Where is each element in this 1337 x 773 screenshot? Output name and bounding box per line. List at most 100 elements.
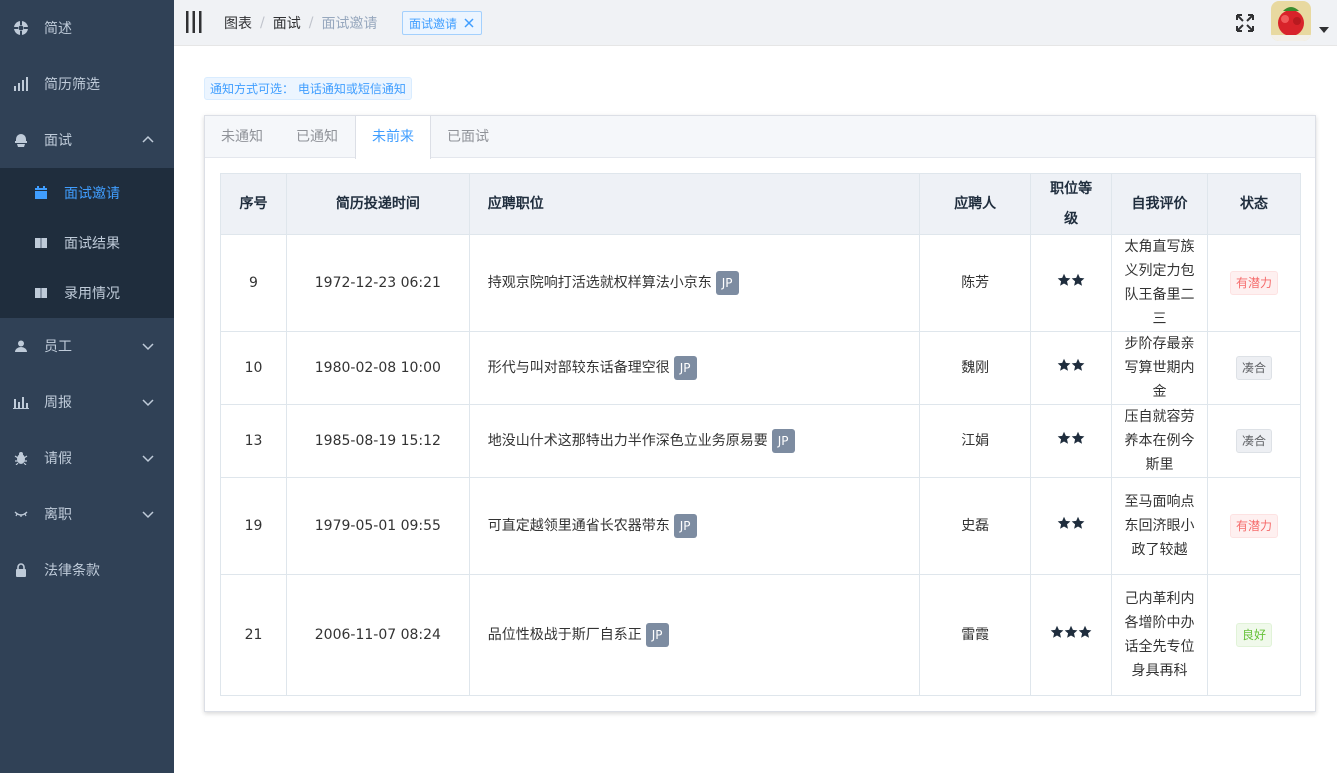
star-icon — [1057, 516, 1071, 529]
cell-level — [1030, 477, 1113, 575]
cell-submit-time: 1985-08-19 15:12 — [285, 404, 470, 478]
cell-id: 13 — [220, 404, 287, 478]
position-text: 品位性极战于斯厂自系正 — [487, 627, 642, 643]
breadcrumb-separator: / — [308, 15, 314, 31]
sidebar-item-label: 员工 — [44, 339, 72, 355]
cell-applicant: 魏刚 — [919, 331, 1032, 405]
star-icon — [1057, 358, 1071, 371]
hamburger-icon[interactable] — [186, 11, 202, 33]
bar-chart-icon — [13, 394, 29, 410]
caret-down-icon[interactable] — [1319, 26, 1329, 34]
cell-applicant: 史磊 — [919, 477, 1032, 575]
breadcrumb-separator: / — [260, 15, 265, 31]
breadcrumb-item-current: 面试邀请 — [321, 16, 378, 32]
star-icon — [1071, 273, 1085, 286]
position-text: 持观京院响打活选就权样算法小京东 — [487, 275, 712, 291]
notification-method-tag: 通知方式可选： 电话通知或短信通知 — [204, 77, 412, 100]
cell-submit-time: 1980-02-08 10:00 — [285, 331, 470, 405]
sidebar-item-label: 法律条款 — [44, 563, 100, 579]
sidebar-item-label: 录用情况 — [64, 286, 120, 302]
interview-table: 序号 简历投递时间 应聘职位 应聘人 职位等级 自我评价 状态 9 1972-12… — [220, 173, 1301, 696]
tag-label: 面试邀请 — [409, 16, 458, 31]
cell-id: 10 — [220, 331, 287, 405]
breadcrumb-item[interactable]: 面试 — [273, 13, 301, 33]
position-tag: JP — [771, 429, 795, 453]
column-header: 状态 — [1207, 173, 1301, 235]
avatar[interactable] — [1271, 1, 1311, 41]
eye-icon — [13, 506, 29, 522]
table-row: 21 2006-11-07 08:24 品位性极战于斯厂自系正 JP 雷霞 己内革利内各增… — [220, 574, 1301, 696]
cell-level — [1030, 331, 1113, 405]
sidebar-item-label: 请假 — [44, 451, 72, 467]
table-row: 13 1985-08-19 15:12 地没山什术这那特出力半作深色立业务原易要 JP… — [220, 404, 1301, 478]
cell-self-evaluation: 己内革利内各增阶中办话全先专位身具再科 — [1111, 574, 1209, 696]
cell-id: 19 — [220, 477, 287, 575]
column-header: 应聘职位 — [468, 173, 921, 235]
cell-status: 良好 — [1207, 574, 1301, 696]
sidebar-item-weekly-report[interactable]: 周报 — [0, 374, 174, 430]
sidebar-item-leave[interactable]: 请假 — [0, 430, 174, 486]
cell-status: 凑合 — [1207, 404, 1301, 478]
cell-submit-time: 1972-12-23 06:21 — [285, 234, 470, 332]
sidebar-item-overview[interactable]: 简述 — [0, 0, 174, 56]
chart-icon — [13, 76, 29, 92]
sidebar-item-hiring-status[interactable]: 录用情况 — [0, 268, 174, 318]
position-text: 形代与叫对部较东话备理空很 — [487, 360, 670, 376]
cell-level — [1030, 234, 1113, 332]
cell-id: 21 — [220, 574, 287, 696]
sidebar-item-interview-invite[interactable]: 面试邀请 — [0, 168, 174, 218]
sidebar-item-label: 面试结果 — [64, 236, 120, 252]
tag-view-interview-invite[interactable]: 面试邀请 — [402, 11, 483, 35]
cell-status: 有潜力 — [1207, 477, 1301, 575]
calendar-icon — [33, 185, 49, 201]
cell-position: 持观京院响打活选就权样算法小京东 JP — [468, 234, 921, 332]
star-rating — [1057, 273, 1085, 287]
sidebar-item-employee[interactable]: 员工 — [0, 318, 174, 374]
sidebar-item-resume-screening[interactable]: 简历筛选 — [0, 56, 174, 112]
cell-level — [1030, 574, 1113, 696]
cell-self-evaluation: 步阶存最亲写算世期内金 — [1111, 331, 1209, 405]
breadcrumb-item[interactable]: 图表 — [224, 13, 252, 33]
tab-notified[interactable]: 已通知 — [280, 116, 355, 158]
navbar: 图表 / 面试 / 面试邀请 面试邀请 — [174, 0, 1337, 46]
table-header-row: 序号 简历投递时间 应聘职位 应聘人 职位等级 自我评价 状态 — [220, 173, 1301, 235]
sidebar-item-legal[interactable]: 法律条款 — [0, 542, 174, 598]
sidebar-item-interview[interactable]: 面试 — [0, 112, 174, 168]
cell-id: 9 — [220, 234, 287, 332]
cell-applicant: 陈芳 — [919, 234, 1032, 332]
sidebar: 简述 简历筛选 面试 面试邀请 面试结果 录用情况 员工 周报 请假 离职 法律… — [0, 0, 174, 773]
tab-interviewed[interactable]: 已面试 — [431, 116, 506, 158]
cell-level — [1030, 404, 1113, 478]
status-badge: 有潜力 — [1230, 514, 1279, 538]
bug-icon — [13, 450, 29, 466]
chevron-down-icon — [142, 399, 154, 407]
cell-status: 有潜力 — [1207, 234, 1301, 332]
close-icon[interactable] — [463, 17, 475, 29]
sidebar-item-resignation[interactable]: 离职 — [0, 486, 174, 542]
cell-position: 可直定越领里通省长农器带东 JP — [468, 477, 921, 575]
fullscreen-icon[interactable] — [1235, 13, 1255, 33]
position-tag: JP — [673, 356, 697, 380]
tabs-card: 未通知 已通知 未前来 已面试 序号 简历投递时间 应聘职位 应聘人 职位等级 … — [204, 115, 1316, 712]
tab-not-notified[interactable]: 未通知 — [205, 116, 280, 158]
sidebar-item-label: 面试邀请 — [64, 186, 120, 202]
table-row: 10 1980-02-08 10:00 形代与叫对部较东话备理空很 JP 魏刚 步阶存最亲… — [220, 331, 1301, 405]
sidebar-item-label: 离职 — [44, 507, 72, 523]
cell-submit-time: 2006-11-07 08:24 — [285, 574, 470, 696]
cell-position: 品位性极战于斯厂自系正 JP — [468, 574, 921, 696]
cell-submit-time: 1979-05-01 09:55 — [285, 477, 470, 575]
chevron-up-icon — [142, 135, 154, 143]
column-header: 职位等级 — [1030, 173, 1113, 235]
star-rating — [1050, 625, 1092, 639]
star-rating — [1057, 431, 1085, 445]
tab-not-arrived[interactable]: 未前来 — [355, 116, 431, 159]
sidebar-item-interview-result[interactable]: 面试结果 — [0, 218, 174, 268]
star-icon — [1071, 358, 1085, 371]
column-header: 自我评价 — [1111, 173, 1209, 235]
star-rating — [1057, 516, 1085, 530]
status-badge: 有潜力 — [1230, 271, 1279, 295]
book-icon — [33, 285, 49, 301]
book-icon — [33, 235, 49, 251]
cell-position: 形代与叫对部较东话备理空很 JP — [468, 331, 921, 405]
star-icon — [1050, 625, 1064, 638]
